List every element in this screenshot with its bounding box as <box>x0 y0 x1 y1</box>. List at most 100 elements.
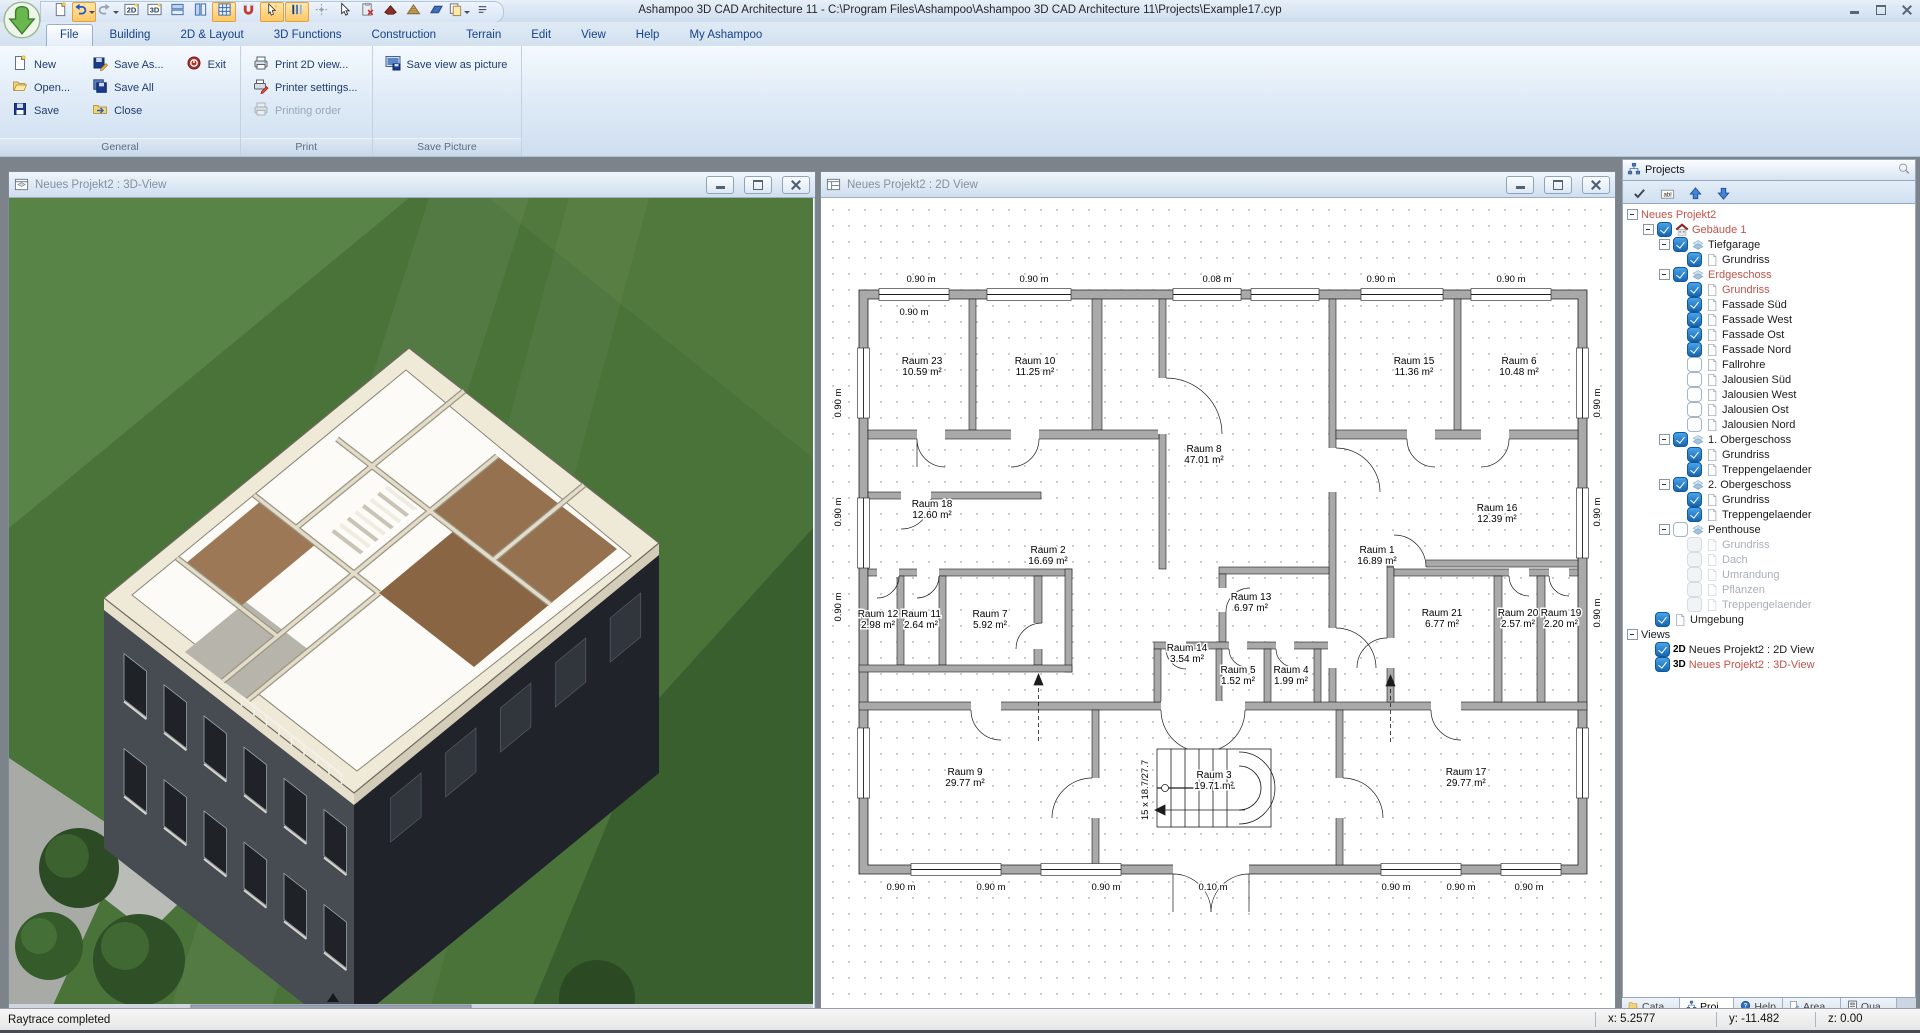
tree-checkbox[interactable] <box>1673 267 1688 282</box>
3d-viewport[interactable] <box>9 198 815 1014</box>
save-as--button[interactable]: Save As... <box>88 54 168 75</box>
3d-minimize-button[interactable] <box>706 176 734 194</box>
tree-item[interactable]: Penthouse <box>1623 522 1915 537</box>
snap-magnet-button[interactable] <box>237 3 259 21</box>
tree-item[interactable]: Jalousien Süd <box>1623 372 1915 387</box>
save-button[interactable]: Save <box>8 100 74 121</box>
save-all-button[interactable]: Save All <box>88 77 168 98</box>
2d-viewport[interactable]: 15 x 18.7/27.7 Raum 2310.59 m²Raum 1011.… <box>821 198 1615 1014</box>
tree-checkbox[interactable] <box>1673 522 1688 537</box>
tree-item[interactable]: Grundriss <box>1623 492 1915 507</box>
tree-item[interactable]: 1. Obergeschoss <box>1623 432 1915 447</box>
tree-checkbox[interactable] <box>1687 282 1702 297</box>
tree-checkbox[interactable] <box>1687 567 1702 582</box>
tab-view[interactable]: View <box>568 25 619 46</box>
expander-icon[interactable] <box>1627 629 1638 640</box>
move-down-button[interactable] <box>1711 184 1736 203</box>
tree-checkbox[interactable] <box>1687 447 1702 462</box>
tree-item[interactable]: Fassade Ost <box>1623 327 1915 342</box>
tree-checkbox[interactable] <box>1687 582 1702 597</box>
tab-help[interactable]: Help <box>623 25 673 46</box>
tree-item[interactable]: Fassade Nord <box>1623 342 1915 357</box>
tree-item[interactable]: Treppengelaender <box>1623 462 1915 477</box>
tree-item[interactable]: Umgebung <box>1623 612 1915 627</box>
tree-item[interactable]: Neues Projekt2 <box>1623 207 1915 222</box>
tree-checkbox[interactable] <box>1687 357 1702 372</box>
tree-item[interactable]: Dach <box>1623 552 1915 567</box>
printer-settings--button[interactable]: Printer settings... <box>249 77 362 98</box>
new-document-button[interactable] <box>49 3 71 21</box>
tree-item[interactable]: Jalousien Ost <box>1623 402 1915 417</box>
tab-building[interactable]: Building <box>97 25 164 46</box>
2d-restore-button[interactable] <box>1544 176 1572 194</box>
tree-item[interactable]: Umrandung <box>1623 567 1915 582</box>
tree-item[interactable]: Grundriss <box>1623 282 1915 297</box>
tree-item[interactable]: 2DNeues Projekt2 : 2D View <box>1623 642 1915 657</box>
2d-view-button[interactable]: 2D <box>120 3 142 21</box>
save-view-as-picture-button[interactable]: Save view as picture <box>381 54 512 75</box>
exit-button[interactable]: Exit <box>182 54 230 75</box>
tree-item[interactable]: 3DNeues Projekt2 : 3D-View <box>1623 657 1915 672</box>
tree-item[interactable]: Grundriss <box>1623 537 1915 552</box>
tree-item[interactable]: Pflanzen <box>1623 582 1915 597</box>
tree-checkbox[interactable] <box>1673 477 1688 492</box>
tree-checkbox[interactable] <box>1687 327 1702 342</box>
grid-button[interactable] <box>212 2 236 22</box>
close-button[interactable]: Close <box>88 100 168 121</box>
tree-checkbox[interactable] <box>1655 642 1670 657</box>
redo-button[interactable] <box>97 3 119 21</box>
maximize-button[interactable] <box>1874 4 1888 16</box>
expander-icon[interactable] <box>1643 224 1654 235</box>
tab-3d-functions[interactable]: 3D Functions <box>261 25 355 46</box>
tree-checkbox[interactable] <box>1655 657 1670 672</box>
tree-checkbox[interactable] <box>1687 552 1702 567</box>
tree-checkbox[interactable] <box>1657 222 1672 237</box>
tab-construction[interactable]: Construction <box>359 25 450 46</box>
3d-window-titlebar[interactable]: Neues Projekt2 : 3D-View <box>9 172 815 198</box>
tree-checkbox[interactable] <box>1687 342 1702 357</box>
tree-checkbox[interactable] <box>1687 537 1702 552</box>
undo-button[interactable] <box>72 2 96 22</box>
pin-icon[interactable] <box>1897 162 1911 179</box>
move-up-button[interactable] <box>1683 184 1708 203</box>
tree-item[interactable]: Fallrohre <box>1623 357 1915 372</box>
2d-close-button[interactable] <box>1582 176 1610 194</box>
open--button[interactable]: Open... <box>8 77 74 98</box>
tree-checkbox[interactable] <box>1655 612 1670 627</box>
3d-restore-button[interactable] <box>744 176 772 194</box>
tree-item[interactable]: Tiefgarage <box>1623 237 1915 252</box>
tree-item[interactable]: Treppengelaender <box>1623 597 1915 612</box>
app-logo-button[interactable] <box>3 1 41 39</box>
split-vertical-button[interactable] <box>189 3 211 21</box>
tree-checkbox[interactable] <box>1687 462 1702 477</box>
2d-minimize-button[interactable] <box>1506 176 1534 194</box>
tree-checkbox[interactable] <box>1687 387 1702 402</box>
tree-checkbox[interactable] <box>1673 237 1688 252</box>
tree-checkbox[interactable] <box>1687 252 1702 267</box>
tree-checkbox[interactable] <box>1687 507 1702 522</box>
2d-window-titlebar[interactable]: Neues Projekt2 : 2D View <box>821 172 1615 198</box>
tree-checkbox[interactable] <box>1687 372 1702 387</box>
tab-file[interactable]: File <box>46 24 93 46</box>
close-button[interactable] <box>1900 4 1914 16</box>
split-horizontal-button[interactable] <box>166 3 188 21</box>
tree-item[interactable]: Jalousien Nord <box>1623 417 1915 432</box>
expander-icon[interactable] <box>1627 209 1638 220</box>
tab-2d-layout[interactable]: 2D & Layout <box>167 25 256 46</box>
expander-icon[interactable] <box>1659 479 1670 490</box>
3d-view-button[interactable]: 3D <box>143 3 165 21</box>
tree-checkbox[interactable] <box>1687 417 1702 432</box>
expander-icon[interactable] <box>1659 269 1670 280</box>
new-button[interactable]: New <box>8 54 74 75</box>
3d-close-button[interactable] <box>782 176 810 194</box>
tree-checkbox[interactable] <box>1687 312 1702 327</box>
tree-item[interactable]: Fassade Süd <box>1623 297 1915 312</box>
tree-item[interactable]: Erdgeschoss <box>1623 267 1915 282</box>
smart-select-button[interactable] <box>260 2 284 22</box>
print-2d-view--button[interactable]: Print 2D view... <box>249 54 362 75</box>
expander-icon[interactable] <box>1659 434 1670 445</box>
tree-checkbox[interactable] <box>1687 597 1702 612</box>
expander-icon[interactable] <box>1659 239 1670 250</box>
tree-item[interactable]: Grundriss <box>1623 252 1915 267</box>
minimize-button[interactable] <box>1848 4 1862 16</box>
